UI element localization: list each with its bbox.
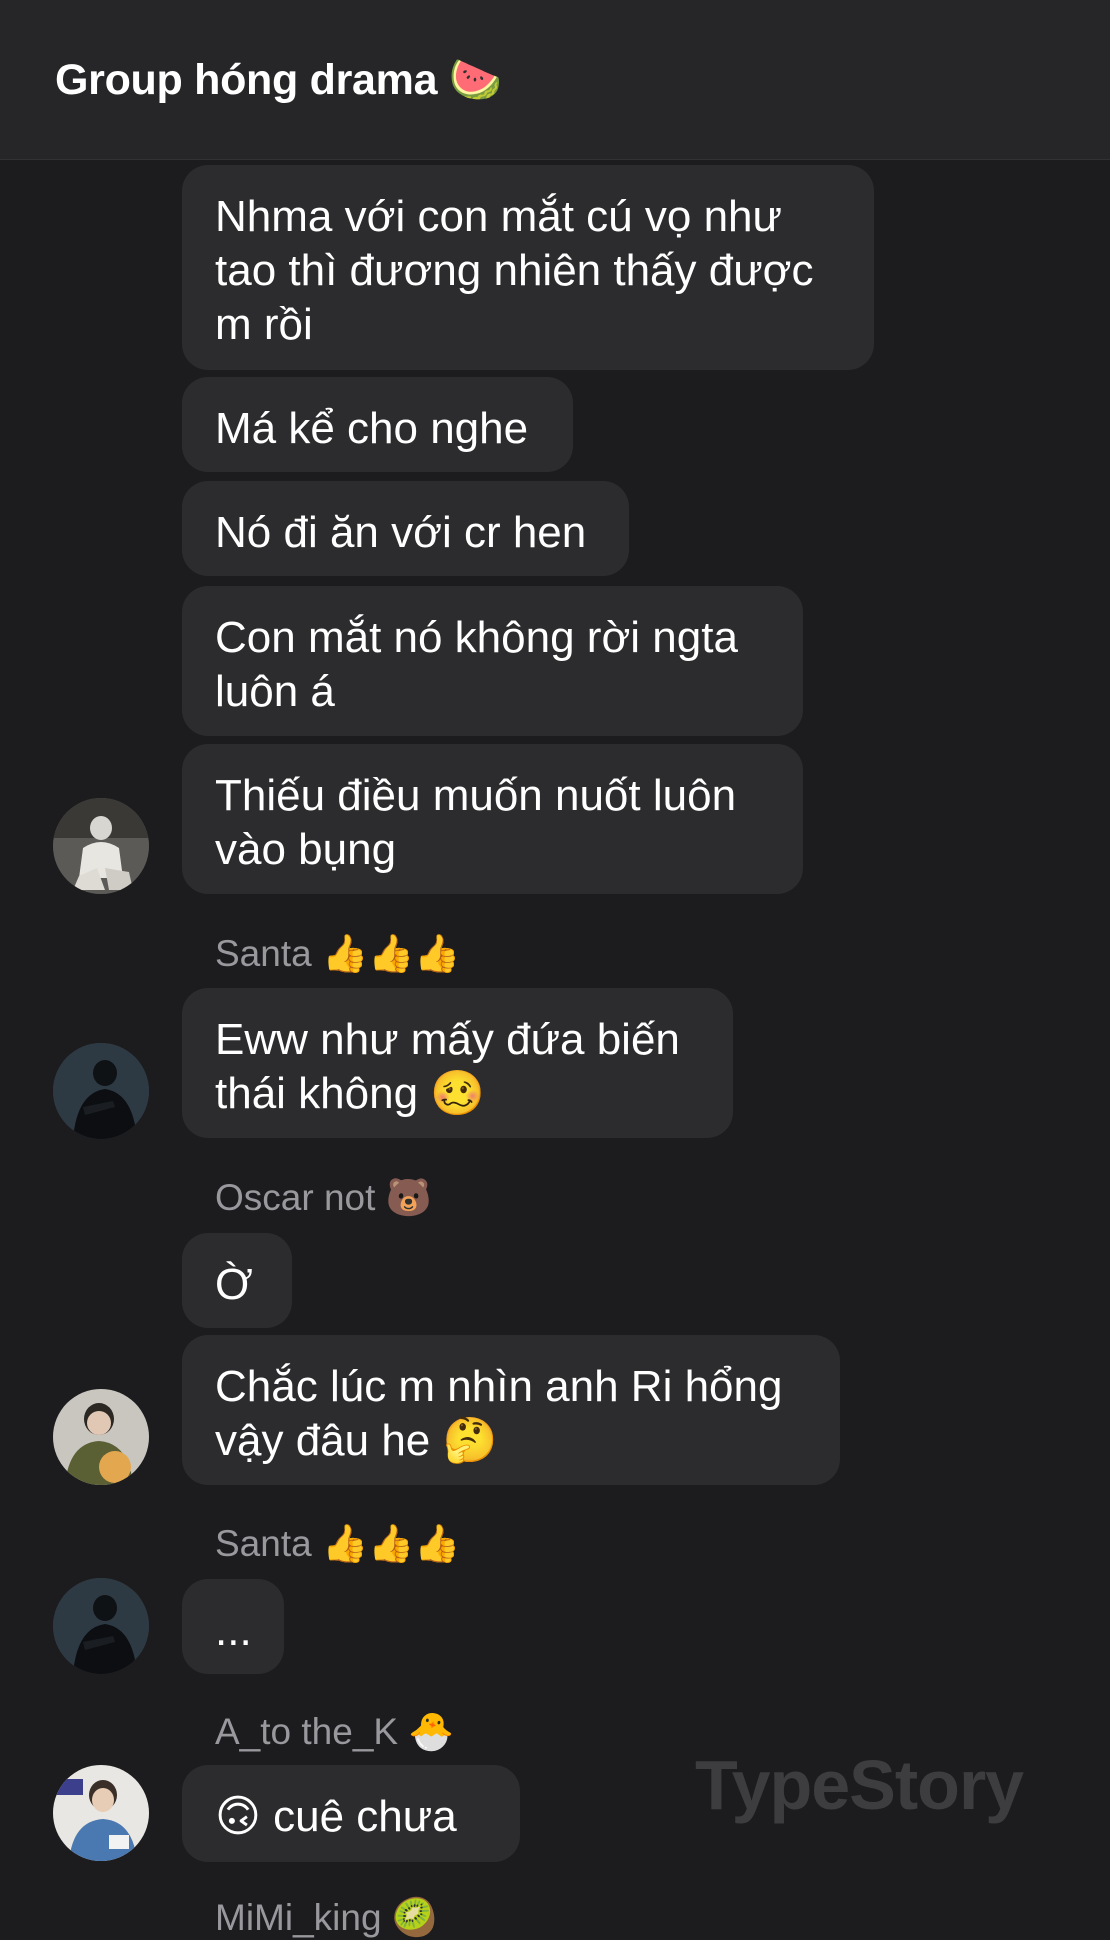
message-bubble[interactable]: Ờ (182, 1233, 292, 1328)
message-bubble[interactable]: ... (182, 1579, 284, 1674)
message-bubble[interactable]: Eww như mấy đứa biến thái không 🥴 (182, 988, 733, 1138)
sender-name: A_to the_K 🐣 (215, 1710, 454, 1754)
group-title[interactable]: Group hóng drama 🍉 (55, 55, 502, 105)
message-bubble[interactable]: 🙃 cuê chưa (182, 1765, 520, 1862)
avatar[interactable] (53, 1765, 149, 1861)
message-line-text: cuê chưa (273, 1792, 457, 1841)
avatar[interactable] (53, 1389, 149, 1485)
woozy-face-icon: 🥴 (430, 1068, 486, 1119)
watermelon-icon: 🍉 (448, 55, 503, 105)
message-bubble[interactable]: Thiếu điều muốn nuốt luôn vào bụng (182, 744, 803, 894)
sender-name: Santa 👍👍👍 (215, 932, 460, 976)
avatar[interactable] (53, 798, 149, 894)
sender-name-text: Oscar not (215, 1177, 376, 1218)
message-line: vậy đâu he 🤔 (215, 1414, 807, 1468)
sender-name-text: MiMi_king (215, 1897, 382, 1938)
thumbs-up-icon: 👍👍👍 (321, 932, 461, 975)
message-line: Thiếu điều muốn nuốt luôn (215, 771, 737, 820)
upside-down-face-icon: 🙃 (215, 1791, 261, 1842)
user-avatar-icon (53, 1765, 149, 1861)
bear-icon: 🐻 (385, 1176, 432, 1219)
avatar[interactable] (53, 1043, 149, 1139)
thinking-face-icon: 🤔 (442, 1415, 498, 1466)
sender-name: MiMi_king 🥝 (215, 1896, 438, 1940)
user-avatar-icon (53, 1578, 149, 1674)
message-line: Eww như mấy đứa biến (215, 1015, 680, 1064)
message-line: Con mắt nó không rời ngta (215, 613, 738, 662)
message-line: Ờ (215, 1260, 253, 1309)
group-title-text: Group hóng drama (55, 56, 438, 104)
message-line: Nhma với con mắt cú vọ như (215, 192, 782, 241)
message-line: ... (215, 1606, 252, 1655)
message-bubble[interactable]: Má kể cho nghe (182, 377, 573, 472)
message-bubble[interactable]: Con mắt nó không rời ngta luôn á (182, 586, 803, 736)
user-avatar-icon (53, 798, 149, 894)
message-line: m rồi (215, 300, 313, 349)
message-line: vào bụng (215, 825, 397, 874)
message-bubble[interactable]: Nó đi ăn với cr hen (182, 481, 629, 576)
message-line: Chắc lúc m nhìn anh Ri hổng (215, 1362, 783, 1411)
kiwi-icon: 🥝 (391, 1896, 438, 1939)
user-avatar-icon (53, 1389, 149, 1485)
message-line: 🙃 cuê chưa (215, 1790, 487, 1844)
message-line: Má kể cho nghe (215, 404, 529, 453)
message-line: Nó đi ăn với cr hen (215, 508, 587, 557)
message-line-text: vậy đâu he (215, 1416, 431, 1465)
hatching-chick-icon: 🐣 (408, 1710, 455, 1753)
watermark-logo: TypeStory (695, 1746, 1024, 1824)
sender-name: Santa 👍👍👍 (215, 1522, 460, 1566)
sender-name-text: Santa (215, 933, 312, 974)
message-bubble[interactable]: Nhma với con mắt cú vọ như tao thì đương… (182, 165, 874, 370)
message-bubble[interactable]: Chắc lúc m nhìn anh Ri hổng vậy đâu he 🤔 (182, 1335, 840, 1485)
message-line: tao thì đương nhiên thấy được (215, 246, 814, 295)
sender-name: Oscar not 🐻 (215, 1176, 432, 1220)
avatar[interactable] (53, 1578, 149, 1674)
sender-name-text: Santa (215, 1523, 312, 1564)
user-avatar-icon (53, 1043, 149, 1139)
chat-header: Group hóng drama 🍉 (0, 0, 1110, 160)
message-line-text: thái không (215, 1069, 419, 1118)
sender-name-text: A_to the_K (215, 1711, 399, 1752)
message-line: thái không 🥴 (215, 1067, 700, 1121)
message-line: luôn á (215, 667, 335, 716)
thumbs-up-icon: 👍👍👍 (321, 1522, 461, 1565)
